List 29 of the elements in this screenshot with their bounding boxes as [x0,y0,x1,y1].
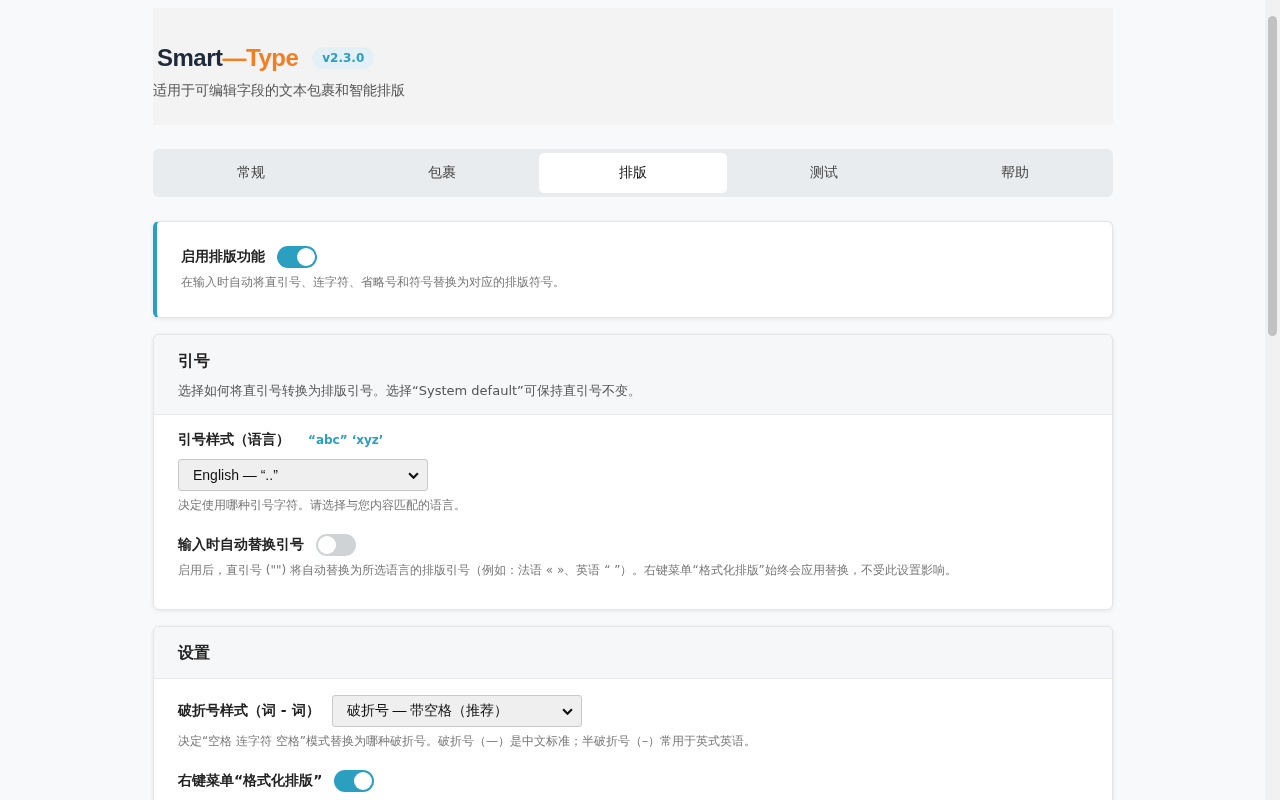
tab[interactable]: 排版 [539,153,727,193]
setting-label: 右键菜单“格式化排版” [178,772,323,790]
toggle-switch[interactable] [334,770,375,792]
section-title: 引号 [178,351,211,372]
app-subtitle: 适用于可编辑字段的文本包裹和智能排版 [153,82,406,100]
setting-help: 决定“空格 连字符 空格”模式替换为哪种破折号。破折号（—）是中文标准；半破折号（–）常用于英式英语。 [178,733,758,750]
tab[interactable]: 测试 [730,153,918,193]
toggle-switch[interactable] [277,246,317,268]
setting-help: 决定使用哪种引号字符。请选择与您内容匹配的语言。 [178,497,467,514]
setting-label: 启用排版功能 [181,248,265,266]
tab[interactable]: 帮助 [921,153,1109,193]
app-title: Smart—Type [157,44,299,72]
section-title: 设置 [178,643,211,664]
version-badge: v2.3.0 [312,47,375,69]
tab[interactable]: 常规 [157,153,345,193]
setting-label: 输入时自动替换引号 [178,536,304,554]
quote-preview: “abc” ‘xyz’ [308,433,384,447]
section-description: 选择如何将直引号转换为排版引号。选择“System default”可保持直引号不变。 [178,382,642,400]
setting-description: 在输入时自动将直引号、连字符、省略号和符号替换为对应的排版符号。 [181,274,566,291]
tab[interactable]: 包裹 [348,153,536,193]
select-dropdown[interactable]: 破折号 — 带空格（推荐） [331,695,582,727]
select-dropdown[interactable]: English — “..” [178,459,428,491]
setting-label: 引号样式（语言） [178,431,290,449]
chevron-icon [561,707,573,715]
toggle-switch[interactable] [316,534,356,556]
chevron-icon [408,471,419,479]
setting-help: 启用后，直引号 ("") 将自动替换为所选语言的排版引号（例如：法语 « »、英语 “ ”）。右键菜单“格式化排版”始终会应用替换，不受此设置影响。 [178,562,958,579]
setting-label: 破折号样式（词 - 词） [178,702,320,720]
scrollbar[interactable] [1265,0,1280,800]
